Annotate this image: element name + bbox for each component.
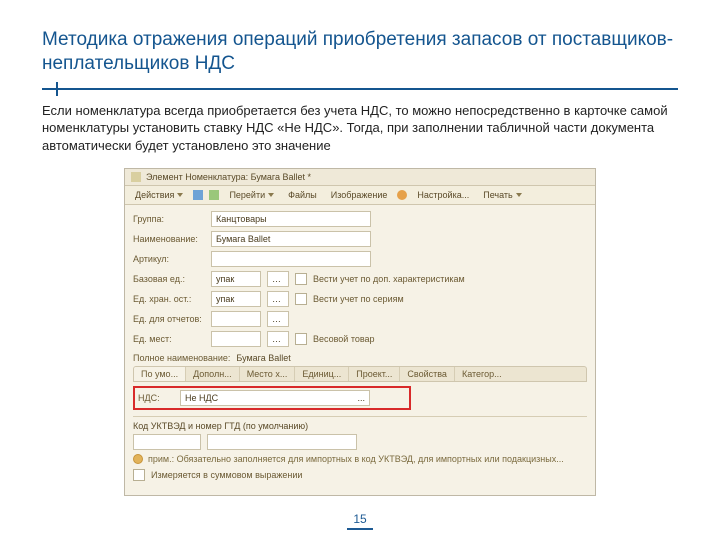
weight-good-checkbox[interactable] xyxy=(295,333,307,345)
help-icon[interactable] xyxy=(397,190,407,200)
chevron-down-icon xyxy=(177,193,183,197)
chevron-down-icon xyxy=(268,193,274,197)
store-unit-selector[interactable]: … xyxy=(267,291,289,307)
gtd-number-field[interactable] xyxy=(207,434,357,450)
window-titlebar: Элемент Номенклатура: Бумага Ballet * xyxy=(125,169,595,186)
keep-char-label: Вести учет по доп. характеристикам xyxy=(313,274,465,284)
save-icon[interactable] xyxy=(193,190,203,200)
tab-additional[interactable]: Дополн... xyxy=(186,367,240,381)
title-rule xyxy=(42,84,678,92)
base-unit-field[interactable]: упак xyxy=(211,271,261,287)
info-icon xyxy=(133,454,143,464)
sync-label: Измеряется в суммовом выражении xyxy=(151,470,302,480)
fullname-value: Бумага Ballet xyxy=(236,353,290,363)
article-field[interactable] xyxy=(211,251,371,267)
weight-field[interactable] xyxy=(211,331,261,347)
slide-paragraph: Если номенклатура всегда приобретается б… xyxy=(42,102,678,155)
base-unit-label: Базовая ед.: xyxy=(133,274,205,284)
gtd-code-field[interactable] xyxy=(133,434,201,450)
nds-value: Не НДС xyxy=(185,393,218,403)
keep-series-label: Вести учет по сериям xyxy=(313,294,404,304)
sync-checkbox[interactable] xyxy=(133,469,145,481)
images-button[interactable]: Изображение xyxy=(327,189,392,201)
tab-categories[interactable]: Категор... xyxy=(455,367,509,381)
window-icon xyxy=(131,172,141,182)
nds-selector-dots[interactable]: ... xyxy=(357,393,365,403)
tab-strip: По умо... Дополн... Место х... Единиц...… xyxy=(133,366,587,382)
settings-button[interactable]: Настройка... xyxy=(413,189,473,201)
page-number: 15 xyxy=(0,512,720,526)
tab-units[interactable]: Единиц... xyxy=(295,367,349,381)
toolbar: Действия Перейти Файлы Изображение Настр… xyxy=(125,186,595,205)
window-title: Элемент Номенклатура: Бумага Ballet * xyxy=(146,172,311,182)
keep-char-checkbox[interactable] xyxy=(295,273,307,285)
weight-selector[interactable]: … xyxy=(267,331,289,347)
actions-menu[interactable]: Действия xyxy=(131,189,187,201)
store-unit-field[interactable]: упак xyxy=(211,291,261,307)
weight-good-label: Весовой товар xyxy=(313,334,375,344)
place-unit-selector[interactable]: … xyxy=(267,311,289,327)
nds-highlight: НДС: Не НДС ... xyxy=(133,386,411,410)
name-label: Наименование: xyxy=(133,234,205,244)
place-unit-label: Ед. для отчетов: xyxy=(133,314,205,324)
slide-title: Методика отражения операций приобретения… xyxy=(42,28,678,76)
files-button[interactable]: Файлы xyxy=(284,189,321,201)
print-menu[interactable]: Печать xyxy=(479,189,525,201)
goto-menu[interactable]: Перейти xyxy=(225,189,278,201)
store-unit-label: Ед. хран. ост.: xyxy=(133,294,205,304)
gtd-section-label: Код УКТВЭД и номер ГТД (по умолчанию) xyxy=(133,421,587,431)
gtd-hint: прим.: Обязательно заполняется для импор… xyxy=(133,454,587,464)
tab-project[interactable]: Проект... xyxy=(349,367,400,381)
base-unit-selector[interactable]: … xyxy=(267,271,289,287)
app-window: Элемент Номенклатура: Бумага Ballet * Де… xyxy=(124,168,596,496)
nds-label: НДС: xyxy=(138,393,174,403)
weight-label: Ед. мест: xyxy=(133,334,205,344)
group-field[interactable]: Канцтовары xyxy=(211,211,371,227)
fullname-label: Полное наименование: xyxy=(133,353,230,363)
add-icon[interactable] xyxy=(209,190,219,200)
nds-field[interactable]: Не НДС ... xyxy=(180,390,370,406)
tab-properties[interactable]: Свойства xyxy=(400,367,455,381)
tab-default[interactable]: По умо... xyxy=(134,367,186,381)
name-field[interactable]: Бумага Ballet xyxy=(211,231,371,247)
chevron-down-icon xyxy=(516,193,522,197)
place-unit-field[interactable] xyxy=(211,311,261,327)
keep-series-checkbox[interactable] xyxy=(295,293,307,305)
tab-storage[interactable]: Место х... xyxy=(240,367,296,381)
group-label: Группа: xyxy=(133,214,205,224)
article-label: Артикул: xyxy=(133,254,205,264)
